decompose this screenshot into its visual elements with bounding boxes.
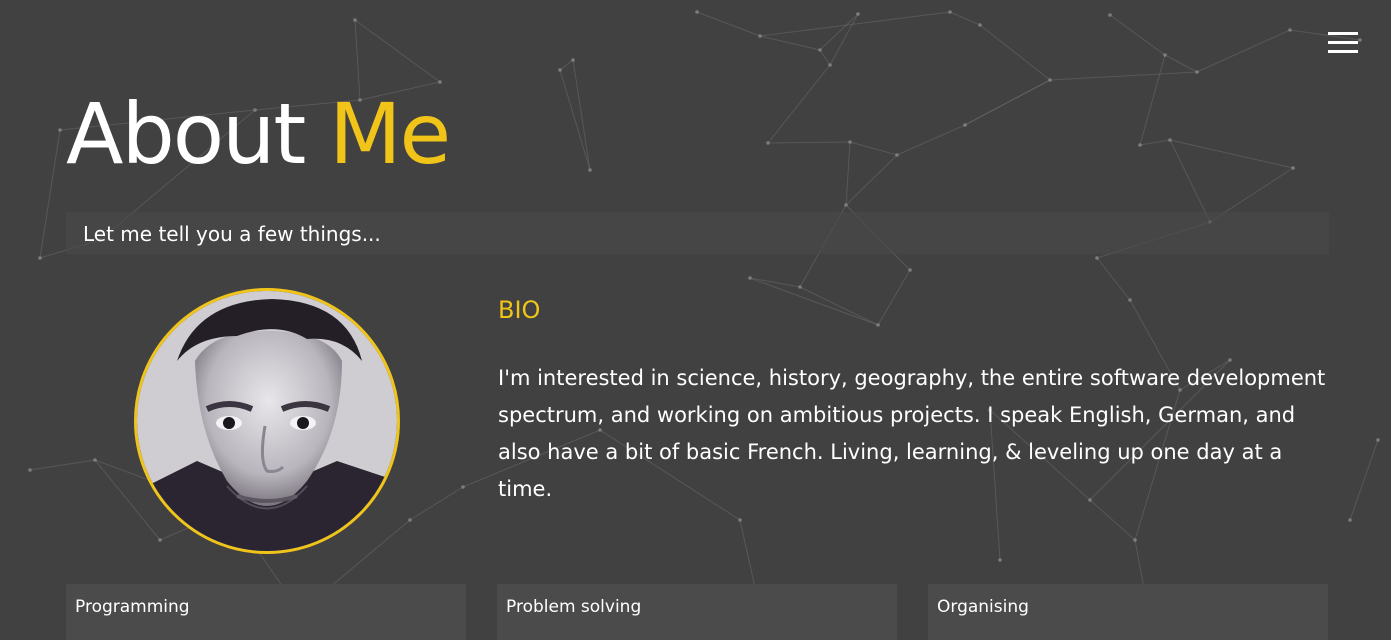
network-node bbox=[748, 276, 752, 280]
network-node bbox=[28, 468, 32, 472]
network-node bbox=[1163, 53, 1167, 57]
network-node bbox=[695, 10, 699, 14]
avatar bbox=[134, 288, 400, 554]
network-node bbox=[963, 123, 967, 127]
network-line bbox=[749, 277, 801, 288]
network-node bbox=[1095, 256, 1099, 260]
network-line bbox=[39, 129, 61, 259]
about-page: About Me Let me tell you a few things... bbox=[0, 0, 1391, 640]
network-line bbox=[829, 13, 859, 66]
page-title-primary: About bbox=[66, 85, 306, 183]
page-title-accent: Me bbox=[329, 85, 451, 183]
bio-text: I'm interested in science, history, geog… bbox=[498, 366, 1326, 501]
network-line bbox=[819, 49, 831, 66]
network-node bbox=[158, 538, 162, 542]
network-node bbox=[438, 80, 442, 84]
network-node bbox=[571, 58, 575, 62]
network-node bbox=[818, 48, 822, 52]
network-node bbox=[766, 141, 770, 145]
network-line bbox=[799, 286, 879, 326]
network-line bbox=[559, 69, 591, 171]
skill-card-organising: Organising bbox=[928, 584, 1328, 640]
network-line bbox=[749, 277, 879, 326]
network-line bbox=[849, 141, 898, 156]
network-line bbox=[29, 459, 96, 471]
network-line bbox=[1196, 29, 1291, 73]
skill-label: Organising bbox=[937, 597, 1029, 617]
network-line bbox=[409, 486, 464, 521]
network-node bbox=[1195, 70, 1199, 74]
bio-heading: BIO bbox=[498, 296, 541, 324]
menu-button[interactable] bbox=[1328, 32, 1360, 54]
network-node bbox=[38, 256, 42, 260]
network-line bbox=[559, 59, 574, 71]
network-line bbox=[845, 141, 851, 206]
network-line bbox=[767, 64, 831, 144]
skill-card-problem-solving: Problem solving bbox=[497, 584, 897, 640]
profile-photo-icon bbox=[137, 291, 397, 551]
network-node bbox=[876, 323, 880, 327]
skill-label: Programming bbox=[75, 597, 190, 617]
network-node bbox=[856, 12, 860, 16]
network-line bbox=[949, 11, 981, 26]
network-node bbox=[1168, 138, 1172, 142]
network-line bbox=[1096, 257, 1131, 301]
network-node bbox=[93, 458, 97, 462]
network-line bbox=[877, 269, 911, 326]
network-line bbox=[759, 35, 821, 51]
network-node bbox=[1138, 143, 1142, 147]
network-node bbox=[1128, 298, 1132, 302]
network-node bbox=[844, 203, 848, 207]
network-node bbox=[1291, 166, 1295, 170]
network-line bbox=[759, 11, 951, 37]
network-node bbox=[948, 10, 952, 14]
network-line bbox=[767, 141, 851, 144]
network-node bbox=[1376, 438, 1380, 442]
network-line bbox=[696, 11, 761, 37]
page-title: About Me bbox=[66, 92, 451, 176]
subtitle-bar: Let me tell you a few things... bbox=[66, 212, 1329, 254]
network-line bbox=[1139, 54, 1166, 146]
network-line bbox=[572, 59, 591, 171]
network-node bbox=[588, 168, 592, 172]
network-node bbox=[461, 485, 465, 489]
network-node bbox=[998, 558, 1002, 562]
network-line bbox=[1109, 14, 1166, 56]
network-node bbox=[978, 23, 982, 27]
network-node bbox=[1288, 28, 1292, 32]
network-node bbox=[58, 128, 62, 132]
network-node bbox=[758, 34, 762, 38]
hamburger-menu-icon-bar[interactable] bbox=[1328, 41, 1358, 44]
network-line bbox=[964, 79, 1051, 126]
network-node bbox=[1108, 13, 1112, 17]
network-node bbox=[798, 285, 802, 289]
hamburger-menu-icon-bar[interactable] bbox=[1328, 50, 1358, 53]
network-node bbox=[895, 153, 899, 157]
network-line bbox=[845, 154, 898, 206]
network-node bbox=[1133, 538, 1137, 542]
network-line bbox=[979, 24, 1051, 81]
network-node bbox=[408, 518, 412, 522]
network-node bbox=[848, 140, 852, 144]
network-node bbox=[738, 518, 742, 522]
network-line bbox=[1169, 139, 1294, 169]
subtitle-text: Let me tell you a few things... bbox=[83, 222, 381, 246]
skill-card-programming: Programming bbox=[66, 584, 466, 640]
network-line bbox=[354, 19, 441, 83]
skill-label: Problem solving bbox=[506, 597, 642, 617]
network-node bbox=[1048, 78, 1052, 82]
hamburger-menu-icon[interactable] bbox=[1328, 32, 1358, 35]
network-line bbox=[819, 13, 859, 51]
network-node bbox=[1348, 518, 1352, 522]
network-node bbox=[558, 68, 562, 72]
network-line bbox=[1139, 139, 1171, 146]
network-node bbox=[908, 268, 912, 272]
network-line bbox=[1169, 139, 1211, 223]
network-line bbox=[1164, 54, 1198, 73]
network-line bbox=[896, 124, 966, 156]
network-node bbox=[828, 63, 832, 67]
network-node bbox=[353, 18, 357, 22]
network-line bbox=[1349, 439, 1379, 521]
network-line bbox=[1049, 71, 1198, 81]
